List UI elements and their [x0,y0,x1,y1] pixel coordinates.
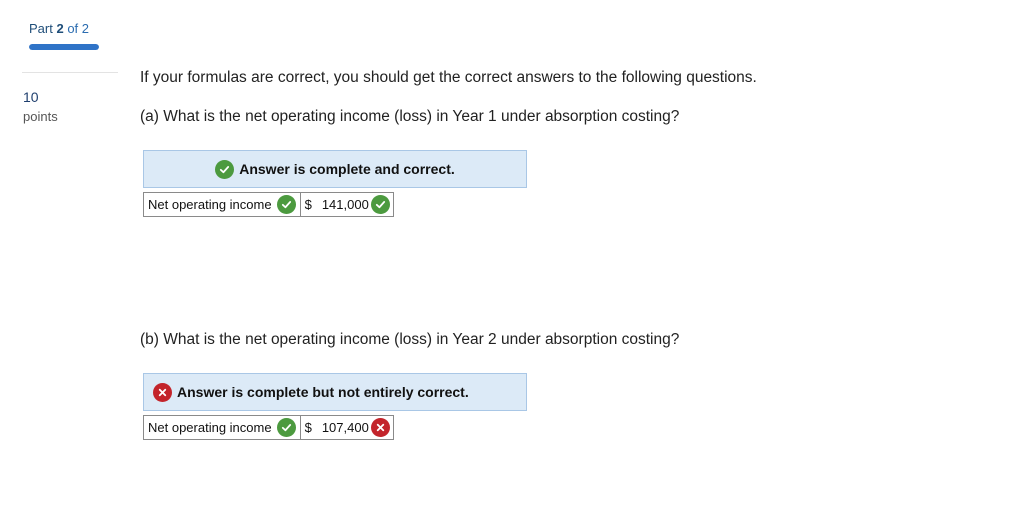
points-value: 10 [23,89,39,105]
part-number: 2 [56,21,64,36]
question-b-field-label-cell: Net operating income [144,416,301,439]
question-b-prompt: (b) What is the net operating income (lo… [140,331,680,348]
question-a-field-label: Net operating income [148,197,272,212]
points-label: points [23,109,58,124]
part-progress-fill [29,44,99,50]
question-b-answer-row: Net operating income $ 107,400 [143,415,394,440]
question-b-amount-field[interactable]: $ 107,400 [301,416,393,439]
question-a-amount-field[interactable]: $ 141,000 [301,193,393,216]
question-a-prompt: (a) What is the net operating income (lo… [140,108,680,125]
intro-text: If your formulas are correct, you should… [140,69,757,86]
question-b-currency: $ [304,420,312,435]
x-circle-icon [153,382,172,402]
question-a-answer-row: Net operating income $ 141,000 [143,192,394,217]
x-circle-icon [370,418,390,437]
question-b-feedback-banner: Answer is complete but not entirely corr… [143,373,527,411]
question-b-field-label: Net operating income [148,420,272,435]
question-a-currency: $ [304,197,312,212]
part-word: Part [29,21,53,36]
part-progress-bar [29,44,99,50]
part-indicator: Part 2 of 2 [29,21,89,36]
question-b-amount: 107,400 [321,420,369,435]
check-circle-icon [276,418,296,437]
question-a-amount: 141,000 [321,197,369,212]
question-a-feedback-text: Answer is complete and correct. [239,161,455,177]
question-b-feedback-text: Answer is complete but not entirely corr… [177,384,469,400]
question-a-feedback-banner: Answer is complete and correct. [143,150,527,188]
check-circle-icon [370,195,390,214]
part-total: of 2 [67,21,90,36]
check-circle-icon [215,159,235,179]
rail-divider [22,72,118,73]
question-a-field-label-cell: Net operating income [144,193,301,216]
check-circle-icon [276,195,296,214]
